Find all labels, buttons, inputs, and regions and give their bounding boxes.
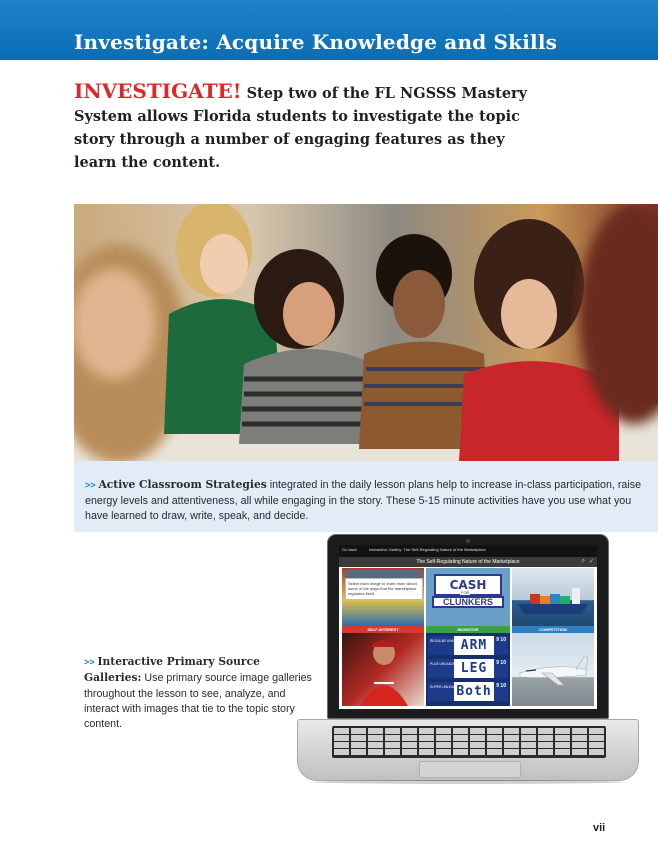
note-header xyxy=(345,570,423,578)
laptop-screen: Go back Interactive Gallery: The Self-Re… xyxy=(339,545,597,709)
screen-topbar-title: Interactive Gallery: The Self-Regulating… xyxy=(369,547,486,552)
arrow-marker: >> xyxy=(84,657,95,667)
keyboard xyxy=(332,726,606,758)
price-row: REGULAR UNLEADED ARM 9 10 xyxy=(428,636,508,655)
gallery-image-cash-for-clunkers[interactable]: CASH CLUNKERS FOR xyxy=(426,568,510,626)
gallery-image-baseball-player[interactable] xyxy=(342,633,424,706)
gallery-image-cargo-ship[interactable] xyxy=(512,568,594,626)
gallery-image-private-jet[interactable] xyxy=(512,633,594,706)
instruction-note: Select each image to learn more about so… xyxy=(345,578,423,600)
students-photo xyxy=(74,204,658,461)
intro-keyword: INVESTIGATE! xyxy=(74,79,242,103)
laptop-illustration: Go back Interactive Gallery: The Self-Re… xyxy=(297,534,639,784)
sign-for: FOR xyxy=(460,590,471,595)
gallery-image-storefront[interactable]: Select each image to learn more about so… xyxy=(342,568,424,626)
label-incentive: INCENTIVE xyxy=(426,626,510,633)
arrow-marker: >> xyxy=(85,480,96,490)
laptop-base xyxy=(297,719,639,781)
header-band: Investigate: Acquire Knowledge and Skill… xyxy=(0,0,658,60)
gallery-image-gas-prices[interactable]: REGULAR UNLEADED ARM 9 10 PLUS UNLEADED … xyxy=(426,633,510,706)
laptop-shadow xyxy=(313,780,623,784)
label-self-interest: SELF-INTEREST xyxy=(342,626,424,633)
camera-icon xyxy=(466,539,470,543)
label-competition: COMPETITION xyxy=(512,626,594,633)
screen-topbar: Go back Interactive Gallery: The Self-Re… xyxy=(339,545,597,557)
galleries-description: >> Interactive Primary Source Galleries:… xyxy=(84,654,314,732)
intro-paragraph: INVESTIGATE! Step two of the FL NGSSS Ma… xyxy=(74,80,544,174)
clunkers-sign: CLUNKERS xyxy=(432,596,504,608)
touchpad xyxy=(419,761,521,778)
price-row: PLUS UNLEADED LEG 9 10 xyxy=(428,659,508,678)
feature-title: Active Classroom Strategies xyxy=(98,478,267,491)
image-gallery-grid: Select each image to learn more about so… xyxy=(342,568,594,706)
screen-heading: The Self-Regulating Nature of the Market… xyxy=(416,558,520,565)
screen-heading-bar: The Self-Regulating Nature of the Market… xyxy=(339,557,597,567)
price-row: SUPER UNLEADED Both 9 10 xyxy=(428,682,508,701)
page-title: Investigate: Acquire Knowledge and Skill… xyxy=(74,30,558,54)
check-icon[interactable]: ✓ xyxy=(589,558,594,565)
page-number: vii xyxy=(593,822,606,834)
go-back-link[interactable]: Go back xyxy=(342,547,357,552)
active-strategies-caption: >> Active Classroom Strategies integrate… xyxy=(74,461,658,532)
caption-text: >> Active Classroom Strategies integrate… xyxy=(85,477,645,525)
search-icon[interactable]: ⌕ xyxy=(582,558,585,565)
laptop-lid: Go back Interactive Gallery: The Self-Re… xyxy=(327,534,609,719)
